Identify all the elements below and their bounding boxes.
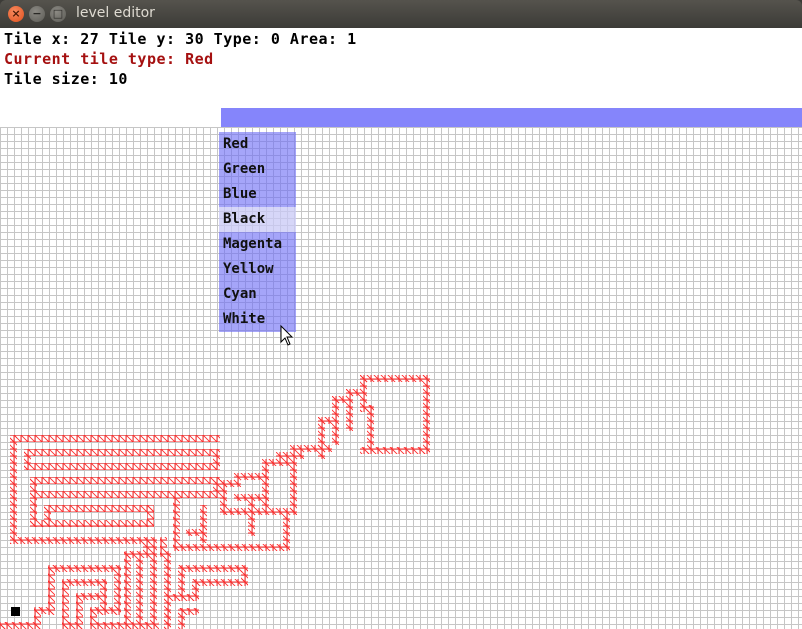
menu-item-cyan[interactable]: Cyan [219,282,296,307]
maximize-button[interactable]: □ [50,6,66,22]
tile-info-text: Tile x: 27 Tile y: 30 Type: 0 Area: 1 [4,30,357,48]
menu-item-green[interactable]: Green [219,157,296,182]
tile-grid[interactable] [0,127,802,629]
menu-item-yellow[interactable]: Yellow [219,257,296,282]
black-tile [11,607,20,616]
menu-item-black[interactable]: Black [219,207,296,232]
tile-layer [0,375,430,629]
current-tile-type-text: Current tile type: Red [4,50,214,68]
selection-bar [221,108,802,127]
menu-item-magenta[interactable]: Magenta [219,232,296,257]
title-bar[interactable]: × − □ level editor [0,0,802,28]
red-tile-path [0,375,430,629]
level-editor-window: × − □ level editor Tile x: 27 Tile y: 30… [0,0,802,629]
tile-size-text: Tile size: 10 [4,70,128,88]
window-title: level editor [76,5,155,21]
menu-item-blue[interactable]: Blue [219,182,296,207]
editor-canvas-area[interactable]: Tile x: 27 Tile y: 30 Type: 0 Area: 1 Cu… [0,28,802,629]
minimize-button[interactable]: − [29,6,45,22]
menu-item-red[interactable]: Red [219,132,296,157]
close-button[interactable]: × [8,6,24,22]
arrow-cursor-icon [280,325,294,346]
tile-type-menu: Red Green Blue Black Magenta Yellow Cyan… [219,132,296,332]
